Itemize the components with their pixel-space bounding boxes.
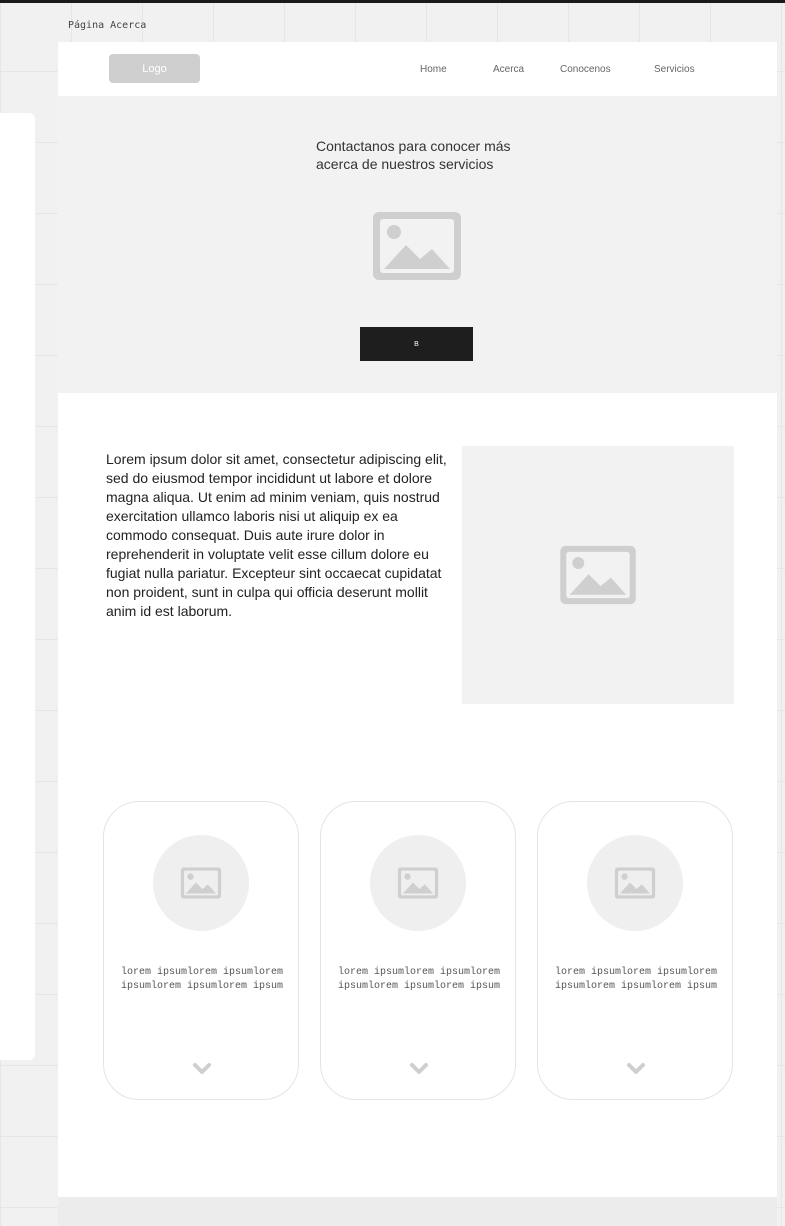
image-placeholder-icon	[397, 867, 439, 899]
chevron-down-icon[interactable]	[409, 1062, 429, 1076]
service-card[interactable]: lorem ipsumlorem ipsumlorem ipsumlorem i…	[537, 801, 733, 1100]
chevron-down-icon[interactable]	[192, 1062, 212, 1076]
left-side-panel	[0, 113, 35, 1060]
card-text: lorem ipsumlorem ipsumlorem ipsumlorem i…	[120, 967, 284, 992]
nav-link-servicios[interactable]: Servicios	[654, 64, 695, 75]
nav-link-home[interactable]: Home	[420, 64, 447, 75]
hero-heading-line-1: Contactanos para conocer más	[316, 138, 511, 154]
top-rule	[0, 0, 785, 3]
card-icon-circle	[153, 835, 249, 931]
artboard-label[interactable]: Página Acerca	[68, 20, 146, 31]
site-header: Logo Home Acerca Conocenos Servicios	[58, 42, 777, 96]
hero-cta-button[interactable]: B	[360, 327, 473, 361]
image-placeholder-icon	[614, 867, 656, 899]
main-nav: Home Acerca Conocenos Servicios	[58, 64, 777, 78]
nav-link-conocenos[interactable]: Conocenos	[560, 64, 611, 75]
card-text: lorem ipsumlorem ipsumlorem ipsumlorem i…	[554, 967, 718, 992]
card-icon-circle	[587, 835, 683, 931]
service-card[interactable]: lorem ipsumlorem ipsumlorem ipsumlorem i…	[320, 801, 516, 1100]
card-text: lorem ipsumlorem ipsumlorem ipsumlorem i…	[337, 967, 501, 992]
chevron-down-icon[interactable]	[626, 1062, 646, 1076]
hero-section: Contactanos para conocer más acerca de n…	[58, 96, 777, 393]
hero-heading: Contactanos para conocer más acerca de n…	[316, 137, 576, 173]
image-placeholder-icon	[180, 867, 222, 899]
footer-placeholder	[58, 1197, 777, 1226]
artboard: Logo Home Acerca Conocenos Servicios Con…	[58, 42, 777, 1226]
nav-link-acerca[interactable]: Acerca	[493, 64, 524, 75]
service-card[interactable]: lorem ipsumlorem ipsumlorem ipsumlorem i…	[103, 801, 299, 1100]
image-placeholder-icon	[373, 212, 461, 280]
content-image	[462, 446, 734, 704]
image-placeholder-icon	[560, 545, 636, 605]
about-paragraph: Lorem ipsum dolor sit amet, consectetur …	[106, 451, 447, 619]
hero-heading-line-2: acerca de nuestros servicios	[316, 156, 494, 172]
card-icon-circle	[370, 835, 466, 931]
